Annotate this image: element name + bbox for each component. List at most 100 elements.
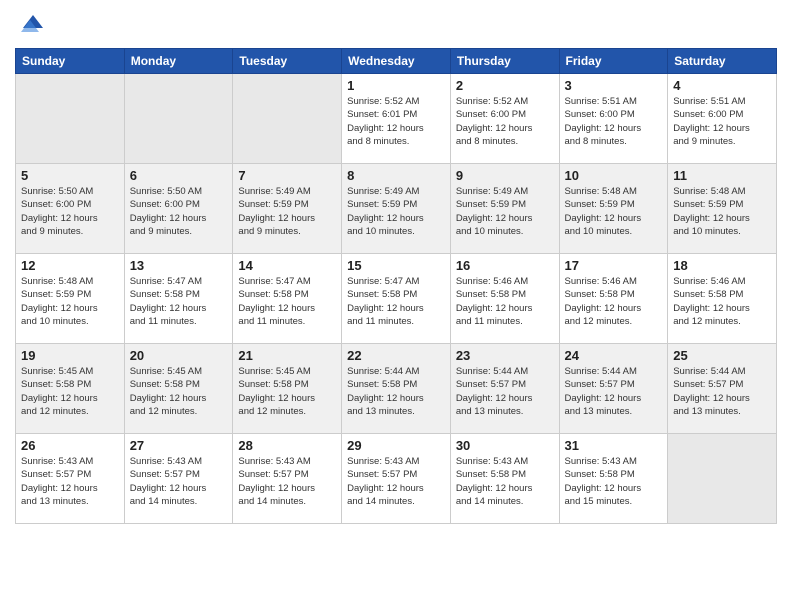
calendar-cell: 22 Sunrise: 5:44 AM Sunset: 5:58 PM Dayli…: [342, 344, 451, 434]
day-info: Sunrise: 5:43 AM Sunset: 5:57 PM Dayligh…: [130, 455, 228, 508]
weekday-header-row: Sunday Monday Tuesday Wednesday Thursday…: [16, 49, 777, 74]
day-number: 9: [456, 168, 554, 183]
calendar-cell: 10 Sunrise: 5:48 AM Sunset: 5:59 PM Dayli…: [559, 164, 668, 254]
day-info: Sunrise: 5:49 AM Sunset: 5:59 PM Dayligh…: [238, 185, 336, 238]
logo-icon: [15, 10, 45, 40]
calendar-cell: 30Sunrise: 5:43 AM Sunset: 5:58 PM Dayli…: [450, 434, 559, 524]
header-monday: Monday: [124, 49, 233, 74]
day-info: Sunrise: 5:43 AM Sunset: 5:57 PM Dayligh…: [21, 455, 119, 508]
calendar-cell: 18Sunrise: 5:46 AM Sunset: 5:58 PM Dayli…: [668, 254, 777, 344]
calendar-cell: 29Sunrise: 5:43 AM Sunset: 5:57 PM Dayli…: [342, 434, 451, 524]
day-number: 5: [21, 168, 119, 183]
day-info: Sunrise: 5:44 AM Sunset: 5:57 PM Dayligh…: [673, 365, 771, 418]
day-info: Sunrise: 5:47 AM Sunset: 5:58 PM Dayligh…: [238, 275, 336, 328]
day-info: Sunrise: 5:46 AM Sunset: 5:58 PM Dayligh…: [456, 275, 554, 328]
day-info: Sunrise: 5:45 AM Sunset: 5:58 PM Dayligh…: [21, 365, 119, 418]
day-number: 28: [238, 438, 336, 453]
calendar-cell: 1 Sunrise: 5:52 AM Sunset: 6:01 PM Daylig…: [342, 74, 451, 164]
day-number: 15: [347, 258, 445, 273]
calendar-cell: 7 Sunrise: 5:49 AM Sunset: 5:59 PM Daylig…: [233, 164, 342, 254]
header-friday: Friday: [559, 49, 668, 74]
calendar-table: Sunday Monday Tuesday Wednesday Thursday…: [15, 48, 777, 524]
day-number: 27: [130, 438, 228, 453]
day-number: 19: [21, 348, 119, 363]
day-number: 23: [456, 348, 554, 363]
calendar-cell: 3 Sunrise: 5:51 AM Sunset: 6:00 PM Daylig…: [559, 74, 668, 164]
calendar-cell: 12 Sunrise: 5:48 AM Sunset: 5:59 PM Dayli…: [16, 254, 125, 344]
day-number: 29: [347, 438, 445, 453]
day-info: Sunrise: 5:47 AM Sunset: 5:58 PM Dayligh…: [347, 275, 445, 328]
day-number: 18: [673, 258, 771, 273]
calendar-cell: 2 Sunrise: 5:52 AM Sunset: 6:00 PM Daylig…: [450, 74, 559, 164]
calendar-cell: 31 Sunrise: 5:43 AM Sunset: 5:58 PM Dayli…: [559, 434, 668, 524]
page: Sunday Monday Tuesday Wednesday Thursday…: [0, 0, 792, 612]
day-info: Sunrise: 5:51 AM Sunset: 6:00 PM Dayligh…: [565, 95, 663, 148]
calendar-cell: 5Sunrise: 5:50 AM Sunset: 6:00 PM Daylig…: [16, 164, 125, 254]
day-info: Sunrise: 5:49 AM Sunset: 5:59 PM Dayligh…: [347, 185, 445, 238]
day-number: 2: [456, 78, 554, 93]
day-info: Sunrise: 5:50 AM Sunset: 6:00 PM Dayligh…: [130, 185, 228, 238]
calendar-cell: 19 Sunrise: 5:45 AM Sunset: 5:58 PM Dayli…: [16, 344, 125, 434]
calendar-cell: 23 Sunrise: 5:44 AM Sunset: 5:57 PM Dayli…: [450, 344, 559, 434]
calendar-cell: [16, 74, 125, 164]
day-number: 24: [565, 348, 663, 363]
day-info: Sunrise: 5:43 AM Sunset: 5:57 PM Dayligh…: [238, 455, 336, 508]
header-wednesday: Wednesday: [342, 49, 451, 74]
calendar-cell: 15 Sunrise: 5:47 AM Sunset: 5:58 PM Dayli…: [342, 254, 451, 344]
day-info: Sunrise: 5:48 AM Sunset: 5:59 PM Dayligh…: [565, 185, 663, 238]
day-number: 11: [673, 168, 771, 183]
day-number: 10: [565, 168, 663, 183]
day-info: Sunrise: 5:48 AM Sunset: 5:59 PM Dayligh…: [21, 275, 119, 328]
day-number: 3: [565, 78, 663, 93]
day-info: Sunrise: 5:51 AM Sunset: 6:00 PM Dayligh…: [673, 95, 771, 148]
day-info: Sunrise: 5:44 AM Sunset: 5:57 PM Dayligh…: [565, 365, 663, 418]
calendar-cell: 11 Sunrise: 5:48 AM Sunset: 5:59 PM Dayli…: [668, 164, 777, 254]
calendar-cell: 25Sunrise: 5:44 AM Sunset: 5:57 PM Dayli…: [668, 344, 777, 434]
day-number: 12: [21, 258, 119, 273]
day-number: 14: [238, 258, 336, 273]
calendar-cell: 26 Sunrise: 5:43 AM Sunset: 5:57 PM Dayli…: [16, 434, 125, 524]
calendar-cell: [124, 74, 233, 164]
day-info: Sunrise: 5:46 AM Sunset: 5:58 PM Dayligh…: [565, 275, 663, 328]
day-info: Sunrise: 5:45 AM Sunset: 5:58 PM Dayligh…: [238, 365, 336, 418]
day-info: Sunrise: 5:43 AM Sunset: 5:58 PM Dayligh…: [565, 455, 663, 508]
calendar-cell: 13 Sunrise: 5:47 AM Sunset: 5:58 PM Dayli…: [124, 254, 233, 344]
calendar-cell: 27 Sunrise: 5:43 AM Sunset: 5:57 PM Dayli…: [124, 434, 233, 524]
day-number: 6: [130, 168, 228, 183]
calendar-cell: 28 Sunrise: 5:43 AM Sunset: 5:57 PM Dayli…: [233, 434, 342, 524]
day-number: 7: [238, 168, 336, 183]
day-number: 13: [130, 258, 228, 273]
day-number: 4: [673, 78, 771, 93]
header-saturday: Saturday: [668, 49, 777, 74]
day-info: Sunrise: 5:52 AM Sunset: 6:01 PM Dayligh…: [347, 95, 445, 148]
header-thursday: Thursday: [450, 49, 559, 74]
calendar-cell: 20Sunrise: 5:45 AM Sunset: 5:58 PM Dayli…: [124, 344, 233, 434]
day-number: 1: [347, 78, 445, 93]
calendar-cell: [233, 74, 342, 164]
day-number: 22: [347, 348, 445, 363]
day-info: Sunrise: 5:45 AM Sunset: 5:58 PM Dayligh…: [130, 365, 228, 418]
calendar-week-row-1: 1 Sunrise: 5:52 AM Sunset: 6:01 PM Daylig…: [16, 74, 777, 164]
calendar-cell: 14 Sunrise: 5:47 AM Sunset: 5:58 PM Dayli…: [233, 254, 342, 344]
calendar-cell: 21 Sunrise: 5:45 AM Sunset: 5:58 PM Dayli…: [233, 344, 342, 434]
header-tuesday: Tuesday: [233, 49, 342, 74]
day-number: 17: [565, 258, 663, 273]
logo: [15, 10, 49, 40]
day-info: Sunrise: 5:44 AM Sunset: 5:58 PM Dayligh…: [347, 365, 445, 418]
calendar-cell: 8 Sunrise: 5:49 AM Sunset: 5:59 PM Daylig…: [342, 164, 451, 254]
day-info: Sunrise: 5:52 AM Sunset: 6:00 PM Dayligh…: [456, 95, 554, 148]
day-info: Sunrise: 5:48 AM Sunset: 5:59 PM Dayligh…: [673, 185, 771, 238]
day-number: 30: [456, 438, 554, 453]
day-number: 8: [347, 168, 445, 183]
day-info: Sunrise: 5:44 AM Sunset: 5:57 PM Dayligh…: [456, 365, 554, 418]
calendar-week-row-3: 12 Sunrise: 5:48 AM Sunset: 5:59 PM Dayli…: [16, 254, 777, 344]
day-number: 21: [238, 348, 336, 363]
calendar-cell: 16Sunrise: 5:46 AM Sunset: 5:58 PM Dayli…: [450, 254, 559, 344]
calendar-cell: 17 Sunrise: 5:46 AM Sunset: 5:58 PM Dayli…: [559, 254, 668, 344]
header-sunday: Sunday: [16, 49, 125, 74]
day-info: Sunrise: 5:47 AM Sunset: 5:58 PM Dayligh…: [130, 275, 228, 328]
day-number: 31: [565, 438, 663, 453]
calendar-cell: 6 Sunrise: 5:50 AM Sunset: 6:00 PM Daylig…: [124, 164, 233, 254]
header: [15, 10, 777, 40]
day-number: 26: [21, 438, 119, 453]
